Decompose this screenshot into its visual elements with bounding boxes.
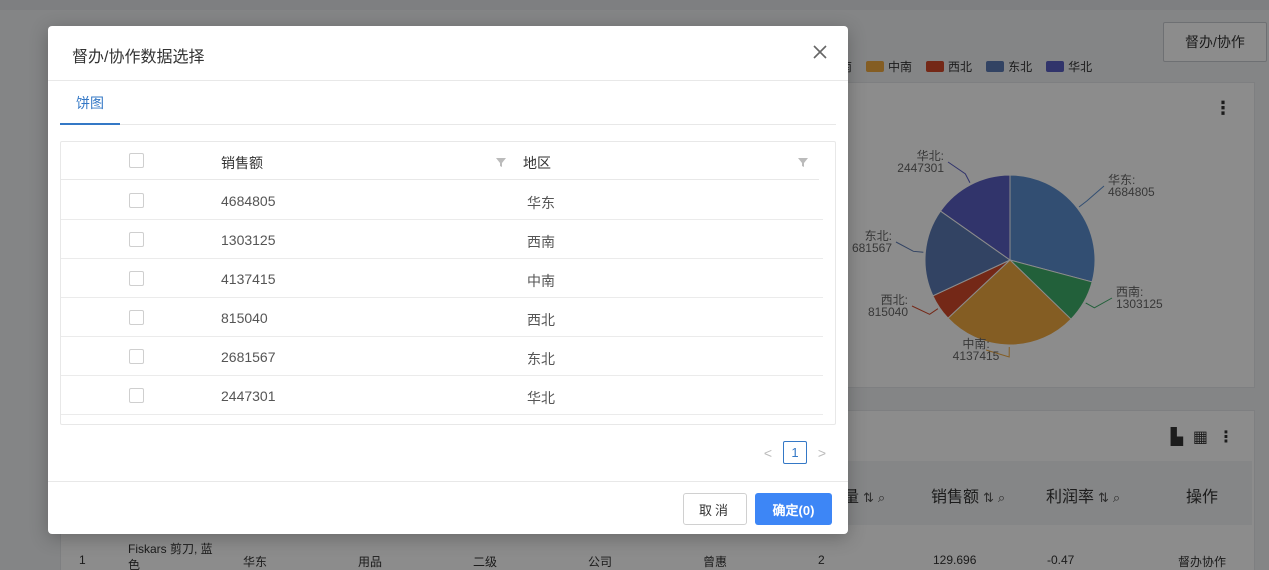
region-cell: 西北	[527, 312, 555, 328]
col-region-header: 地区	[523, 155, 551, 171]
row-checkbox[interactable]	[129, 271, 144, 286]
sales-cell: 4684805	[221, 193, 276, 209]
sales-cell: 815040	[221, 310, 268, 326]
region-cell: 中南	[527, 273, 555, 289]
filter-icon[interactable]	[495, 156, 507, 168]
region-cell: 华北	[527, 390, 555, 406]
data-table: 销售额 地区 4684805 华东 1303125 西南 4137415 中南 …	[60, 141, 836, 425]
confirm-button[interactable]: 确定(0)	[755, 493, 832, 525]
sales-cell: 2447301	[221, 388, 276, 404]
table-row[interactable]: 1303125 西南	[61, 220, 823, 259]
table-row[interactable]: 2681567 东北	[61, 337, 823, 376]
prev-page-icon[interactable]: <	[762, 445, 774, 461]
select-all-checkbox[interactable]	[129, 153, 144, 168]
dialog-footer: 取消 确定(0)	[48, 481, 848, 534]
row-checkbox[interactable]	[129, 349, 144, 364]
row-checkbox[interactable]	[129, 388, 144, 403]
table-row[interactable]: 815040 西北	[61, 298, 823, 337]
table-row[interactable]: 2447301 华北	[61, 376, 823, 415]
pagination: < 1 >	[762, 441, 828, 464]
tab-pie-chart[interactable]: 饼图	[60, 82, 120, 125]
row-checkbox[interactable]	[129, 193, 144, 208]
next-page-icon[interactable]: >	[816, 445, 828, 461]
col-sales-header: 销售额	[221, 155, 263, 171]
close-icon[interactable]	[810, 42, 830, 62]
region-cell: 东北	[527, 351, 555, 367]
table-row[interactable]: 4684805 华东	[61, 181, 823, 220]
filter-icon[interactable]	[797, 156, 809, 168]
dialog-title: 督办/协作数据选择	[72, 49, 205, 66]
sales-cell: 1303125	[221, 232, 276, 248]
region-cell: 西南	[527, 234, 555, 250]
row-checkbox[interactable]	[129, 232, 144, 247]
table-header: 销售额 地区	[61, 142, 819, 180]
cancel-button[interactable]: 取消	[683, 493, 747, 525]
page-number-button[interactable]: 1	[783, 441, 807, 464]
sales-cell: 2681567	[221, 349, 276, 365]
data-select-dialog: 督办/协作数据选择 饼图 销售额 地区 4684805 华东 1303125 西…	[48, 26, 848, 534]
table-row[interactable]: 4137415 中南	[61, 259, 823, 298]
row-checkbox[interactable]	[129, 310, 144, 325]
tab-bar: 饼图	[60, 82, 836, 125]
dialog-header: 督办/协作数据选择	[48, 26, 848, 81]
sales-cell: 4137415	[221, 271, 276, 287]
region-cell: 华东	[527, 195, 555, 211]
